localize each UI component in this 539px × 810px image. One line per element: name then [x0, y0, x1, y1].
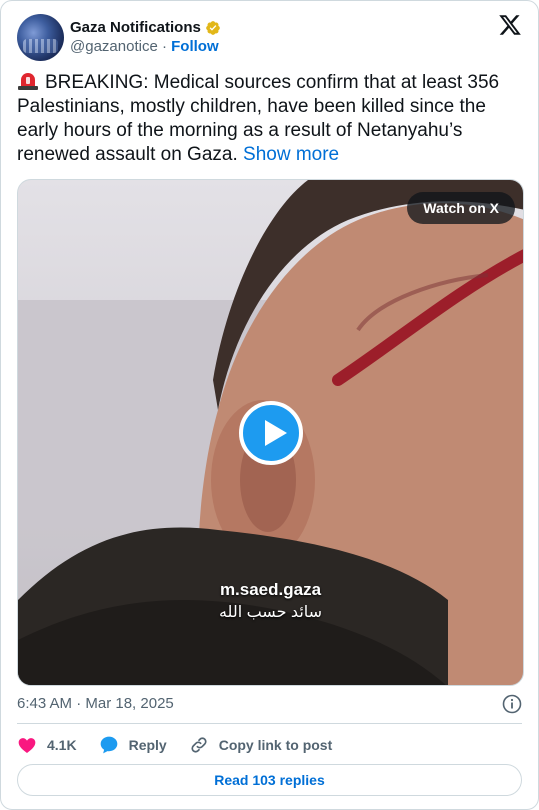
author-handle[interactable]: @gazanotice — [70, 38, 158, 55]
watermark-handle: m.saed.gaza — [219, 580, 322, 599]
post-actions: 4.1K Reply Copy link to post — [17, 733, 354, 757]
reply-label: Reply — [128, 737, 167, 753]
follow-link[interactable]: Follow — [171, 38, 219, 55]
post-text: BREAKING: Medical sources confirm that a… — [17, 71, 522, 167]
reply-button[interactable]: Reply — [99, 735, 167, 755]
author-info: Gaza Notifications @gazanotice · Follow — [70, 19, 221, 55]
watermark-name: سائد حسب الله — [218, 604, 323, 621]
show-more-link[interactable]: Show more — [243, 144, 339, 165]
x-logo-icon[interactable] — [498, 13, 522, 37]
heart-icon — [18, 738, 36, 753]
name-row: Gaza Notifications — [70, 19, 221, 36]
embedded-post: Gaza Notifications @gazanotice · Follow … — [0, 0, 539, 810]
post-timestamp[interactable]: 6:43 AM · Mar 18, 2025 — [17, 695, 174, 712]
reply-bubble-icon — [100, 736, 117, 754]
watch-on-x-button[interactable]: Watch on X — [407, 192, 515, 224]
post-header: Gaza Notifications @gazanotice · Follow — [17, 13, 522, 61]
verified-badge-icon — [206, 20, 220, 35]
like-count: 4.1K — [47, 737, 77, 753]
play-button[interactable] — [239, 401, 303, 465]
read-replies-button[interactable]: Read 103 replies — [17, 764, 522, 796]
handle-row: @gazanotice · Follow — [70, 38, 221, 55]
link-icon — [191, 737, 207, 753]
video-player[interactable]: Watch on X m.saed.gaza سائد حسب الله — [17, 179, 524, 686]
separator: · — [161, 38, 167, 55]
info-icon[interactable] — [502, 694, 522, 714]
copy-link-button[interactable]: Copy link to post — [189, 735, 333, 755]
copy-link-label: Copy link to post — [218, 737, 333, 753]
divider — [17, 723, 522, 724]
rotating-light-icon — [18, 73, 38, 90]
avatar[interactable] — [17, 13, 64, 61]
like-button[interactable]: 4.1K — [17, 735, 77, 755]
author-name[interactable]: Gaza Notifications — [70, 19, 201, 36]
